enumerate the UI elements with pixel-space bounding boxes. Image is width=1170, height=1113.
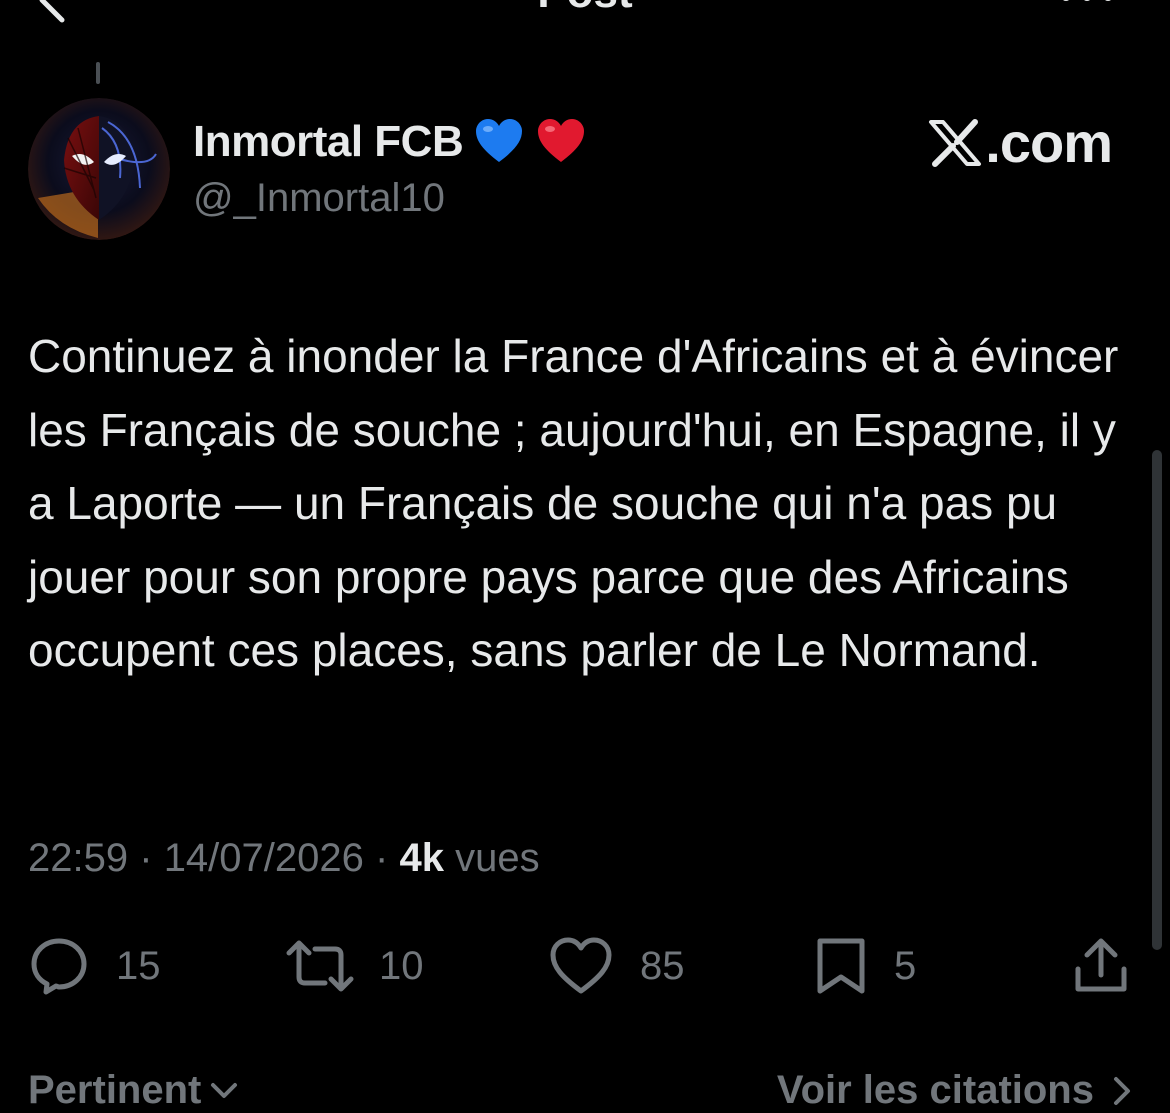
chevron-down-icon [211,1082,238,1098]
action-bar: 15 10 85 5 [0,930,1170,1002]
top-bar: Post [0,0,1170,40]
x-logo-icon [929,118,982,167]
thread-line [96,62,100,84]
reply-count: 15 [116,943,161,988]
post-date[interactable]: 14/07/2026 [164,836,364,880]
scrollbar[interactable] [1152,450,1162,950]
author-handle[interactable]: @_Inmortal10 [193,176,445,221]
like-button[interactable]: 85 [548,930,685,1002]
post-meta: 22:59 · 14/07/2026 · 4k vues [28,836,540,881]
meta-separator: · [139,836,153,880]
bookmark-icon [817,938,865,994]
sort-dropdown[interactable]: Pertinent [28,1068,239,1113]
red-heart-icon [538,119,585,162]
meta-separator: · [375,836,389,880]
post-time[interactable]: 22:59 [28,836,128,880]
share-button[interactable] [1070,930,1132,1002]
watermark-text: .com [985,111,1113,174]
more-horizontal-icon[interactable] [1058,0,1116,4]
like-count: 85 [640,943,685,988]
author-name-row: Inmortal FCB [193,112,587,172]
share-icon [1075,938,1127,992]
display-name[interactable]: Inmortal FCB [193,117,464,167]
repost-button[interactable]: 10 [285,930,424,1002]
heart-icon [550,937,612,994]
page-title: Post [0,0,1170,18]
tweet-text: Continuez à inonder la France d'Africain… [28,330,1119,676]
views-label: vues [455,836,540,880]
view-quotes-link[interactable]: Voir les citations [777,1068,1132,1113]
repost-count: 10 [379,943,424,988]
reply-icon [31,938,87,995]
avatar[interactable] [28,98,170,240]
chevron-right-icon [1114,1076,1130,1105]
repost-icon [286,940,354,992]
blue-heart-icon [476,119,523,162]
views-count: 4k [399,836,444,880]
bookmark-button[interactable]: 5 [814,930,916,1002]
x-watermark: .com [927,110,1113,175]
sort-label: Pertinent [28,1068,202,1112]
reply-button[interactable]: 15 [28,930,161,1002]
bookmark-count: 5 [894,943,917,988]
view-quotes-label: Voir les citations [776,1068,1094,1112]
